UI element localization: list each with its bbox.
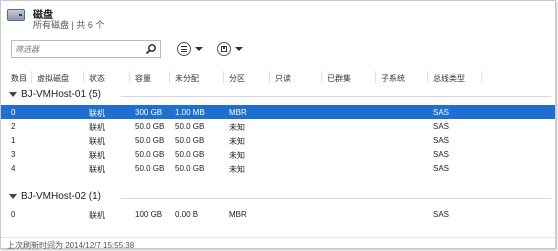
cell-status: 联机 (89, 151, 105, 160)
table-row[interactable]: 0 联机 100 GB 0.00 B MBR SAS (1, 207, 555, 221)
cell-unallocated: 50.0 GB (175, 150, 205, 159)
table-row[interactable]: 3 联机 50.0 GB 50.0 GB 未知 SAS (1, 147, 555, 161)
cell-unallocated: 50.0 GB (175, 122, 205, 131)
cell-bus-type: SAS (433, 210, 450, 219)
group-label: BJ-VMHost-02 (1) (21, 191, 102, 202)
chevron-down-icon[interactable] (9, 92, 17, 97)
disk-icon (7, 9, 25, 21)
cell-bus-type: SAS (433, 108, 450, 117)
cell-partition: 未知 (229, 137, 245, 146)
cell-unallocated: 50.0 GB (175, 136, 205, 145)
cell-capacity: 100 GB (135, 210, 163, 219)
cell-status: 联机 (89, 123, 105, 132)
panel-header: 磁盘 所有磁盘 | 共 6 个 (1, 1, 555, 37)
cell-status: 联机 (89, 165, 105, 174)
column-header-capacity[interactable]: 容量 (135, 73, 151, 84)
last-refresh-time: 上次刷新时间为 2014/12/7 15:55:38 (7, 241, 135, 250)
filter-box[interactable] (11, 40, 161, 58)
cell-bus-type: SAS (433, 150, 450, 159)
view-options-button[interactable] (177, 41, 205, 57)
cell-number: 0 (11, 210, 16, 219)
cell-unallocated: 0.00 B (175, 210, 199, 219)
column-header-bus-type[interactable]: 总线类型 (433, 73, 465, 84)
cell-number: 2 (11, 122, 16, 131)
cell-number: 0 (11, 108, 16, 117)
cell-status: 联机 (89, 109, 105, 118)
cell-bus-type: SAS (433, 164, 450, 173)
status-bar: 上次刷新时间为 2014/12/7 15:55:38 (1, 237, 555, 250)
cell-partition: 未知 (229, 165, 245, 174)
filter-input[interactable] (15, 42, 141, 56)
chevron-down-icon (235, 47, 243, 51)
cell-unallocated: 1.00 MB (175, 108, 205, 117)
column-header-number[interactable]: 数目 (11, 73, 27, 84)
column-header-unallocated[interactable]: 未分配 (175, 73, 199, 84)
column-header-status[interactable]: 状态 (89, 73, 105, 84)
cell-number: 3 (11, 150, 16, 159)
cell-status: 联机 (89, 137, 105, 146)
list-view-icon (177, 42, 191, 56)
column-header-partition[interactable]: 分区 (229, 73, 245, 84)
cell-capacity: 50.0 GB (135, 136, 165, 145)
chevron-down-icon (195, 47, 203, 51)
table-row[interactable]: 4 联机 50.0 GB 50.0 GB 未知 SAS (1, 161, 555, 175)
panel-subtitle: 所有磁盘 | 共 6 个 (33, 20, 105, 30)
cell-bus-type: SAS (433, 122, 450, 131)
column-header-read-only[interactable]: 只读 (275, 73, 291, 84)
cell-partition: 未知 (229, 151, 245, 160)
cell-partition: 未知 (229, 123, 245, 132)
cell-number: 4 (11, 164, 16, 173)
table-header: 数目 虚拟磁盘 状态 容量 未分配 分区 只读 已群集 子系统 总线类型 (1, 69, 555, 85)
cell-capacity: 50.0 GB (135, 164, 165, 173)
cell-partition: MBR (229, 108, 247, 117)
cell-partition: MBR (229, 210, 247, 219)
cell-capacity: 300 GB (135, 108, 163, 117)
column-header-virtual-disk[interactable]: 虚拟磁盘 (37, 73, 69, 84)
disks-panel: 磁盘 所有磁盘 | 共 6 个 数目 虚拟磁盘 状态 容量 未分配 分区 (0, 0, 556, 250)
column-header-subsystem[interactable]: 子系统 (381, 73, 405, 84)
cell-bus-type: SAS (433, 136, 450, 145)
column-header-clustered[interactable]: 已群集 (327, 73, 351, 84)
group-header[interactable]: BJ-VMHost-01 (5) (1, 87, 555, 103)
group-header[interactable]: BJ-VMHost-02 (1) (1, 189, 555, 205)
table-row[interactable]: 0 联机 300 GB 1.00 MB MBR SAS (1, 105, 555, 119)
cell-number: 1 (11, 136, 16, 145)
save-query-button[interactable] (217, 41, 245, 57)
cell-capacity: 50.0 GB (135, 150, 165, 159)
chevron-down-icon[interactable] (9, 194, 17, 199)
cell-unallocated: 50.0 GB (175, 164, 205, 173)
save-icon (217, 42, 231, 56)
table-row[interactable]: 1 联机 50.0 GB 50.0 GB 未知 SAS (1, 133, 555, 147)
group-label: BJ-VMHost-01 (5) (21, 89, 102, 100)
cell-status: 联机 (89, 211, 105, 220)
search-icon[interactable] (145, 43, 157, 55)
toolbar (1, 37, 555, 61)
table-row[interactable]: 2 联机 50.0 GB 50.0 GB 未知 SAS (1, 119, 555, 133)
cell-capacity: 50.0 GB (135, 122, 165, 131)
